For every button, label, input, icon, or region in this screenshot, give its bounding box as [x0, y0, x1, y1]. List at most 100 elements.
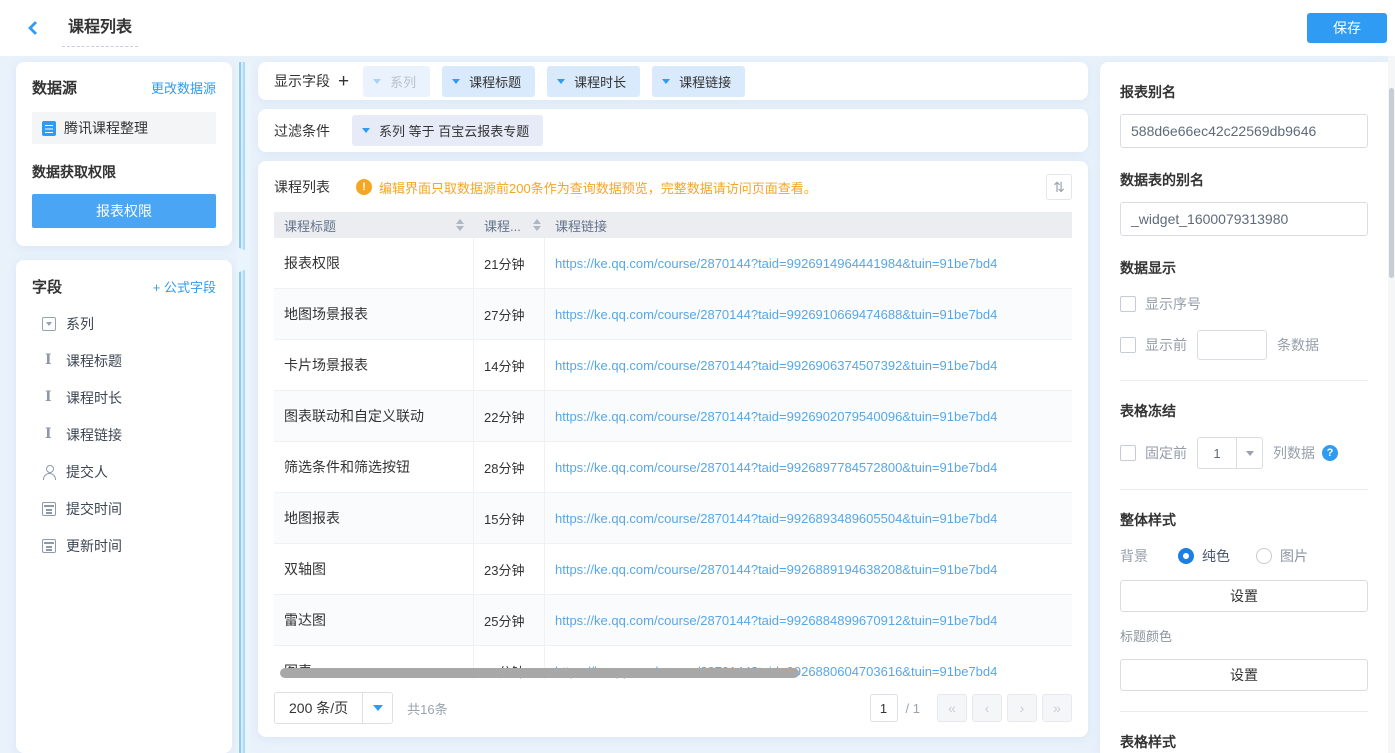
column-header[interactable]: 课程链接: [545, 212, 1072, 238]
field-type-icon: [42, 502, 56, 516]
left-sidebar: 数据源 更改数据源 腾讯课程整理 数据获取权限 报表权限 字段 + 公式字段 系…: [16, 62, 232, 753]
field-item[interactable]: 提交时间: [32, 499, 216, 519]
course-link[interactable]: https://ke.qq.com/course/2870144?taid=99…: [555, 613, 997, 628]
filter-condition-tag[interactable]: 系列 等于 百宝云报表专题: [352, 115, 543, 146]
background-set-button[interactable]: 设置: [1120, 580, 1368, 612]
page-total-label: / 1: [906, 701, 920, 716]
change-datasource-link[interactable]: 更改数据源: [151, 78, 216, 97]
cell-course-link: https://ke.qq.com/course/2870144?taid=99…: [545, 289, 1072, 339]
access-title: 数据获取权限: [32, 162, 216, 182]
course-link[interactable]: https://ke.qq.com/course/2870144?taid=99…: [555, 460, 997, 475]
document-icon: [42, 121, 56, 136]
show-index-label: 显示序号: [1145, 294, 1201, 314]
page-number-input[interactable]: [870, 694, 898, 722]
table-alias-input[interactable]: [1120, 202, 1368, 236]
field-tag-label: 课程标题: [469, 72, 521, 91]
course-link[interactable]: https://ke.qq.com/course/2870144?taid=99…: [555, 409, 997, 424]
panel-divider[interactable]: [237, 62, 250, 753]
help-icon[interactable]: ?: [1322, 445, 1338, 461]
sort-icon[interactable]: [527, 219, 541, 231]
fields-panel: 字段 + 公式字段 系列 课程标题: [16, 260, 232, 753]
rows-suffix-label: 条数据: [1277, 335, 1319, 355]
warning-icon: !: [356, 179, 372, 195]
column-header[interactable]: 课程...: [474, 212, 545, 238]
field-tag[interactable]: 课程时长: [547, 66, 640, 97]
field-label: 课程标题: [66, 351, 122, 371]
freeze-columns-checkbox[interactable]: [1120, 445, 1136, 461]
table-row: 报表权限 21分钟 https://ke.qq.com/course/28701…: [274, 238, 1072, 289]
last-page-button[interactable]: »: [1042, 694, 1072, 722]
page-scrollbar-thumb[interactable]: [1389, 88, 1394, 278]
field-item[interactable]: 更新时间: [32, 536, 216, 556]
page-scrollbar[interactable]: [1388, 56, 1395, 753]
show-first-label: 显示前: [1145, 335, 1187, 355]
display-fields-label: 显示字段: [274, 71, 330, 91]
display-fields-bar: 显示字段 + 系列 课程标题 课程时长: [258, 62, 1088, 100]
field-tag[interactable]: 课程标题: [442, 66, 535, 97]
settings-sidebar: 报表别名 数据表的别名 数据显示 显示序号 显示前 条数据 表格冻结 固定前 1…: [1100, 62, 1388, 753]
horizontal-scrollbar-thumb[interactable]: [280, 668, 799, 678]
field-item[interactable]: 课程标题: [32, 351, 216, 371]
table-title: 课程列表: [274, 177, 330, 197]
cell-course-title: 筛选条件和筛选按钮: [274, 442, 474, 492]
show-first-checkbox[interactable]: [1120, 337, 1136, 353]
course-link[interactable]: https://ke.qq.com/course/2870144?taid=99…: [555, 358, 997, 373]
save-button[interactable]: 保存: [1307, 13, 1387, 43]
cell-course-duration: 21分钟: [474, 238, 545, 288]
column-header-label: 课程标题: [284, 216, 336, 235]
cell-course-title: 雷达图: [274, 595, 474, 645]
table-row: 双轴图 23分钟 https://ke.qq.com/course/287014…: [274, 544, 1072, 595]
solid-color-label: 纯色: [1202, 546, 1230, 566]
sort-icon[interactable]: [450, 219, 464, 231]
field-label: 提交时间: [66, 499, 122, 519]
overall-style-title: 整体样式: [1120, 510, 1368, 530]
next-page-button[interactable]: ›: [1007, 694, 1037, 722]
back-button[interactable]: [22, 15, 48, 41]
first-page-button[interactable]: «: [937, 694, 967, 722]
image-radio[interactable]: [1256, 548, 1272, 564]
field-tag[interactable]: 系列: [363, 66, 430, 97]
course-link[interactable]: https://ke.qq.com/course/2870144?taid=99…: [555, 562, 997, 577]
report-permission-button[interactable]: 报表权限: [32, 194, 216, 228]
datasource-name: 腾讯课程整理: [64, 118, 148, 138]
field-type-icon: [42, 428, 56, 442]
sort-order-button[interactable]: ⇅: [1046, 174, 1072, 200]
field-item[interactable]: 课程时长: [32, 388, 216, 408]
column-header[interactable]: 课程标题: [274, 212, 474, 238]
show-index-checkbox[interactable]: [1120, 296, 1136, 312]
cell-course-link: https://ke.qq.com/course/2870144?taid=99…: [545, 391, 1072, 441]
horizontal-scrollbar[interactable]: [274, 667, 1072, 679]
course-link[interactable]: https://ke.qq.com/course/2870144?taid=99…: [555, 256, 997, 271]
add-formula-field-link[interactable]: + 公式字段: [153, 277, 216, 296]
table-row: 卡片场景报表 14分钟 https://ke.qq.com/course/287…: [274, 340, 1072, 391]
page-size-select[interactable]: 200 条/页: [274, 692, 393, 724]
course-link[interactable]: https://ke.qq.com/course/2870144?taid=99…: [555, 511, 997, 526]
freeze-count-value: 1: [1198, 446, 1236, 461]
collapse-handle-icon[interactable]: [237, 247, 250, 273]
add-field-icon[interactable]: +: [338, 72, 349, 91]
back-icon: [28, 21, 42, 35]
freeze-count-select[interactable]: 1: [1197, 437, 1263, 469]
field-item[interactable]: 提交人: [32, 462, 216, 482]
preview-warning: ! 编辑界面只取数据源前200条作为查询数据预览，完整数据请访问页面查看。: [356, 178, 817, 197]
row-limit-input[interactable]: [1197, 330, 1267, 360]
field-tag[interactable]: 课程链接: [652, 66, 745, 97]
solid-color-radio[interactable]: [1178, 548, 1194, 564]
cell-course-title: 地图场景报表: [274, 289, 474, 339]
title-color-set-button[interactable]: 设置: [1120, 659, 1368, 691]
table-header-row: 课程标题 课程... 课程链接: [274, 212, 1072, 238]
datasource-item[interactable]: 腾讯课程整理: [32, 112, 216, 144]
prev-page-button[interactable]: ‹: [972, 694, 1002, 722]
cell-course-duration: 14分钟: [474, 340, 545, 390]
column-header-label: 课程链接: [555, 216, 607, 235]
report-alias-input[interactable]: [1120, 114, 1368, 148]
field-item[interactable]: 课程链接: [32, 425, 216, 445]
field-item[interactable]: 系列: [32, 314, 216, 334]
field-label: 系列: [66, 314, 94, 334]
display-fields-tags: 系列 课程标题 课程时长 课程链接: [363, 66, 757, 97]
field-tag-label: 系列: [390, 72, 416, 91]
cell-course-link: https://ke.qq.com/course/2870144?taid=99…: [545, 442, 1072, 492]
course-link[interactable]: https://ke.qq.com/course/2870144?taid=99…: [555, 307, 997, 322]
content-area: 数据源 更改数据源 腾讯课程整理 数据获取权限 报表权限 字段 + 公式字段 系…: [0, 56, 1395, 753]
course-table: 课程标题 课程... 课程链接: [274, 212, 1072, 679]
